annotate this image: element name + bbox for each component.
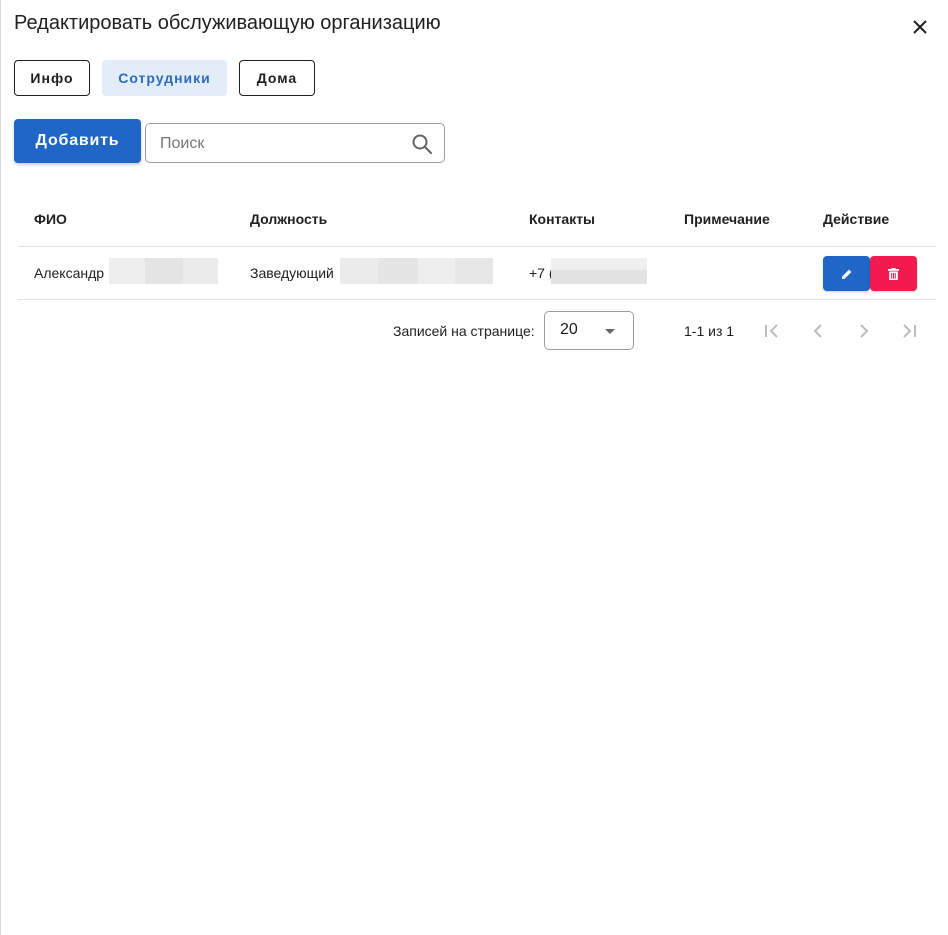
- first-page-icon: [765, 324, 778, 338]
- chevron-left-icon: [813, 324, 822, 338]
- column-header-name: ФИО: [34, 211, 67, 227]
- add-button-label: Добавить: [35, 132, 120, 149]
- search-icon[interactable]: [411, 133, 433, 155]
- chevron-right-icon: [860, 324, 869, 338]
- tab-info-label: Инфо: [30, 70, 74, 86]
- window-edge: [0, 0, 1, 935]
- dialog-title: Редактировать обслуживающую организацию: [14, 12, 441, 34]
- header-divider: [18, 246, 936, 247]
- tab-houses-label: Дома: [256, 70, 298, 86]
- close-icon: [913, 20, 927, 34]
- rows-per-page-value: 20: [560, 321, 578, 338]
- last-page-icon: [903, 324, 916, 338]
- column-header-position: Должность: [250, 211, 328, 227]
- search-input[interactable]: [160, 133, 400, 155]
- column-header-contacts: Контакты: [529, 211, 596, 227]
- column-header-note: Примечание: [684, 211, 770, 227]
- row-divider: [18, 299, 936, 300]
- rows-per-page-label: Записей на странице:: [393, 323, 535, 339]
- tab-employees-label: Сотрудники: [118, 70, 211, 86]
- tab-employees[interactable]: Сотрудники: [102, 60, 227, 96]
- delete-icon: [888, 267, 899, 280]
- edit-icon: [841, 269, 851, 279]
- caret-down-icon: [605, 329, 615, 334]
- cell-contacts: +7 (: [529, 265, 554, 281]
- redacted-position: [340, 258, 493, 284]
- first-page-button[interactable]: [761, 320, 783, 342]
- add-button[interactable]: Добавить: [14, 119, 141, 163]
- last-page-button[interactable]: [898, 320, 920, 342]
- next-page-button[interactable]: [853, 320, 875, 342]
- pagination-range: 1-1 из 1: [684, 323, 735, 339]
- cell-position: Заведующий: [250, 265, 334, 281]
- dialog-right-margin: [936, 0, 948, 935]
- cell-name: Александр: [34, 265, 105, 281]
- redacted-contacts: [551, 258, 647, 284]
- tab-info[interactable]: Инфо: [14, 60, 90, 96]
- prev-page-button[interactable]: [807, 320, 829, 342]
- edit-button[interactable]: [823, 256, 870, 291]
- rows-per-page-select[interactable]: 20: [544, 311, 634, 350]
- search-field[interactable]: [145, 123, 445, 163]
- close-button[interactable]: [908, 15, 932, 39]
- tab-houses[interactable]: Дома: [239, 60, 315, 96]
- column-header-action: Действие: [823, 211, 890, 227]
- delete-button[interactable]: [870, 256, 917, 291]
- redacted-name: [109, 258, 218, 284]
